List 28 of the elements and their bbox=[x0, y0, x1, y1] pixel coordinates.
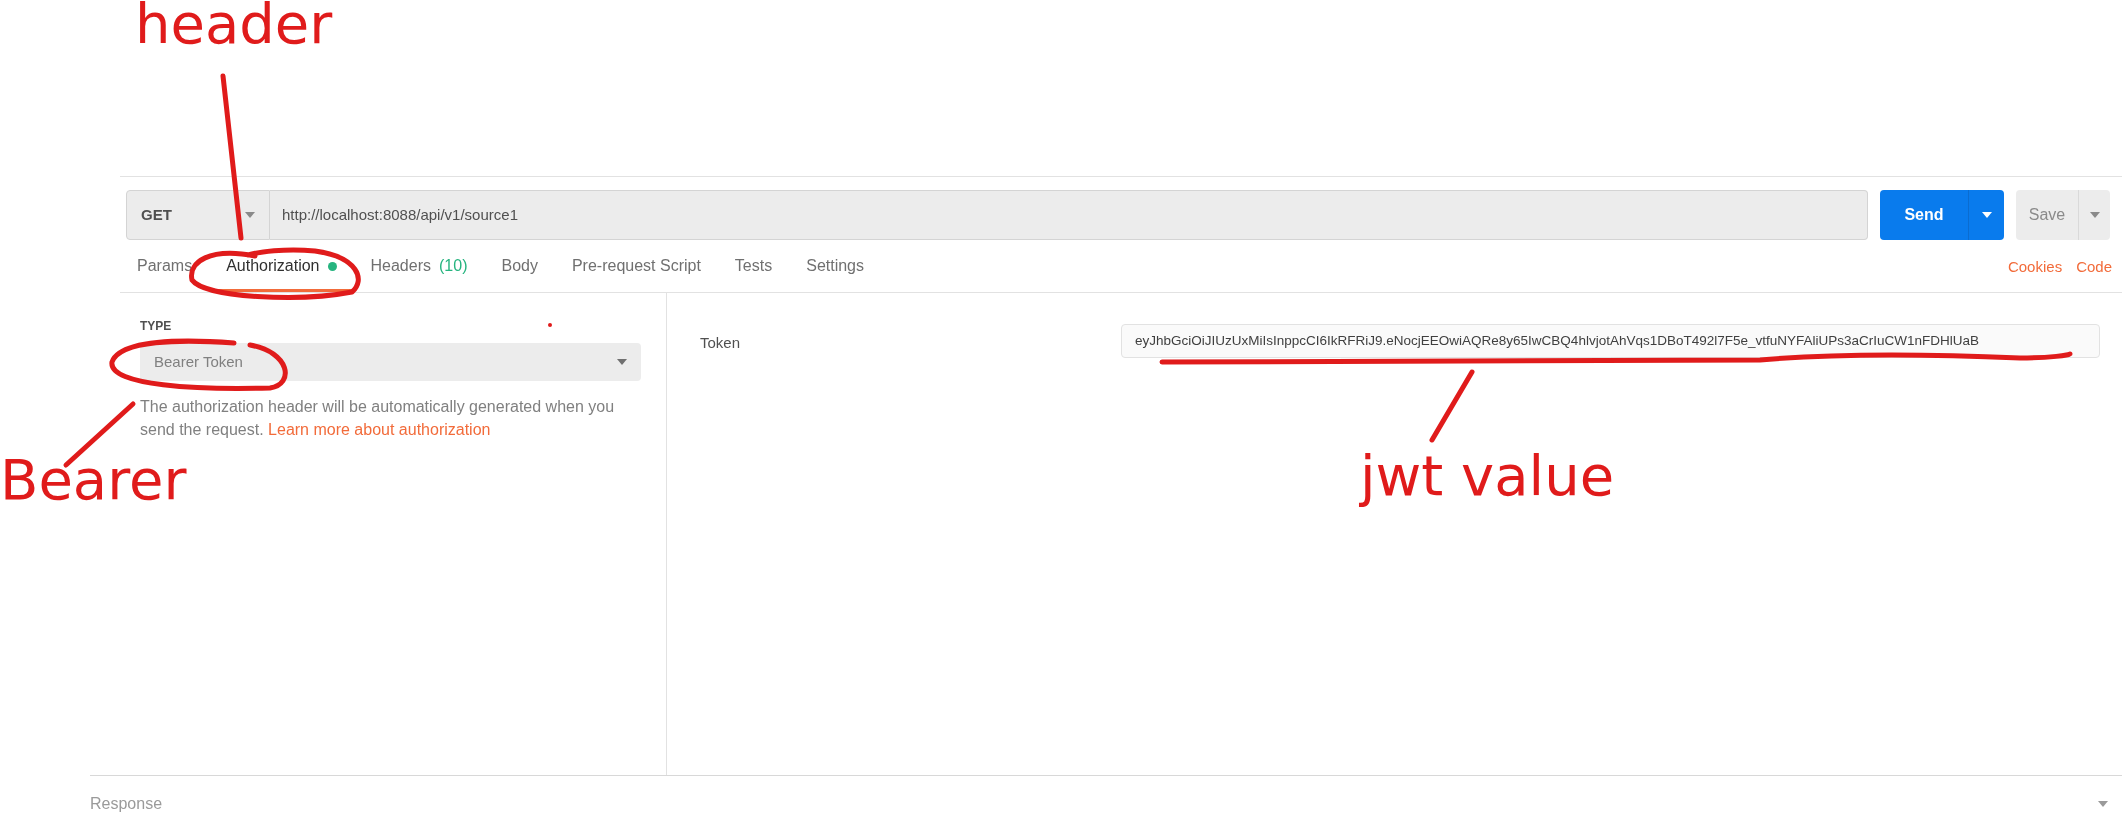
tab[interactable]: Authorization bbox=[209, 240, 354, 292]
tab[interactable]: Pre-request Script bbox=[554, 240, 718, 292]
tab[interactable]: Headers (10) bbox=[353, 240, 485, 292]
link[interactable]: Cookies bbox=[2007, 253, 2063, 279]
caret-icon bbox=[2089, 212, 2100, 218]
tab[interactable]: Settings bbox=[789, 240, 881, 292]
caret-icon bbox=[245, 212, 255, 218]
response-label: Response bbox=[90, 793, 163, 814]
type-label: TYPE bbox=[140, 318, 172, 335]
send-button[interactable]: Send bbox=[1880, 190, 2004, 240]
handwritten-note: Bearer bbox=[0, 452, 187, 508]
tab[interactable]: Tests bbox=[717, 240, 790, 292]
token-label: Token bbox=[699, 333, 742, 353]
caret-icon bbox=[2098, 800, 2108, 807]
url-field[interactable]: http://localhost:8088/api/v1/source1 bbox=[270, 190, 1868, 240]
tab[interactable]: Body bbox=[484, 240, 555, 292]
dot-mark bbox=[548, 323, 552, 327]
type-select[interactable]: Bearer Token bbox=[140, 343, 641, 381]
caret-icon bbox=[1981, 212, 1992, 218]
link[interactable]: Code bbox=[2076, 253, 2112, 279]
caret-icon bbox=[617, 359, 627, 365]
learn-more-link[interactable]: Learn more about authorization bbox=[268, 421, 491, 438]
method-select[interactable]: GET bbox=[126, 190, 270, 240]
description: The authorization header will be automatically generated when you send the request. Learn more about authorization bbox=[140, 397, 616, 440]
tab[interactable]: Params bbox=[120, 240, 210, 292]
handwritten-note: header bbox=[135, 0, 333, 52]
save-button[interactable]: Save bbox=[2016, 190, 2110, 240]
token-field[interactable]: eyJhbGciOiJIUzUxMiIsInppcCI6IkRFRiJ9.eNocjEEOwiAQRe8y65IwCBQ4hlvjotAhVqs1DBoT492l7F5e_vtfuNYFAliUPs3aCrIuCW1nFDHlUaB bbox=[1121, 324, 2100, 358]
